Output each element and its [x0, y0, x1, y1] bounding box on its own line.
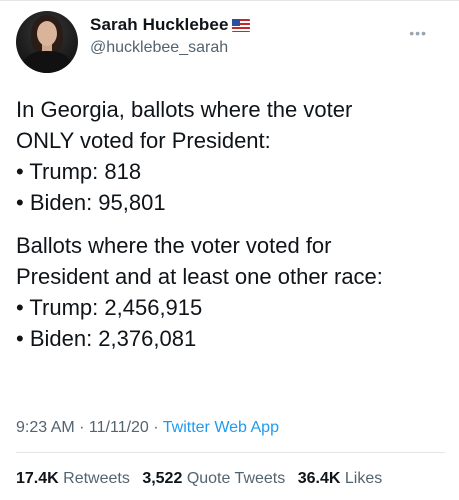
- tweet-text: In Georgia, ballots where the voter ONLY…: [16, 94, 446, 354]
- quote-tweets-count: 3,522: [142, 470, 183, 487]
- more-options-icon[interactable]: •••: [409, 25, 427, 41]
- author-handle[interactable]: @hucklebee_sarah: [90, 39, 250, 57]
- divider: [16, 452, 445, 453]
- display-name-row: Sarah Hucklebee: [90, 14, 250, 36]
- tweet-meta: 9:23 AM · 11/11/20 · Twitter Web App: [16, 419, 279, 437]
- tweet-line: In Georgia, ballots where the voter: [16, 97, 353, 122]
- likes-count: 36.4K: [297, 470, 341, 487]
- author-info: Sarah Hucklebee @hucklebee_sarah: [90, 14, 250, 57]
- likes-label: Likes: [344, 470, 383, 487]
- quote-tweets-label: Quote Tweets: [186, 470, 286, 487]
- retweets-label: Retweets: [63, 470, 130, 487]
- tweet-line: President and at least one other race:: [16, 264, 383, 289]
- tweet-bullet: • Trump: 2,456,915: [16, 295, 203, 320]
- tweet-line: ONLY voted for President:: [16, 128, 271, 153]
- tweet-bullet: • Biden: 95,801: [16, 190, 166, 215]
- us-flag-icon: [231, 18, 250, 32]
- likes-stat[interactable]: 36.4K Likes: [298, 470, 383, 487]
- avatar-face: [37, 21, 57, 46]
- quote-tweets-stat[interactable]: 3,522 Quote Tweets: [142, 470, 285, 487]
- tweet-stats: 17.4K Retweets 3,522 Quote Tweets 36.4K …: [16, 470, 390, 488]
- tweet-bullet: • Trump: 818: [16, 159, 142, 184]
- tweet-line: Ballots where the voter voted for: [16, 233, 332, 258]
- avatar-body: [23, 51, 71, 73]
- tweet-timestamp[interactable]: 9:23 AM · 11/11/20 ·: [16, 419, 163, 436]
- display-name[interactable]: Sarah Hucklebee: [90, 15, 229, 35]
- tweet-header: Sarah Hucklebee @hucklebee_sarah •••: [16, 11, 447, 73]
- tweet-source-link[interactable]: Twitter Web App: [163, 419, 279, 436]
- tweet-bullet: • Biden: 2,376,081: [16, 326, 197, 351]
- tweet-card: Sarah Hucklebee @hucklebee_sarah ••• In …: [0, 0, 459, 500]
- retweets-stat[interactable]: 17.4K Retweets: [16, 470, 130, 487]
- retweets-count: 17.4K: [16, 470, 59, 487]
- avatar[interactable]: [16, 11, 78, 73]
